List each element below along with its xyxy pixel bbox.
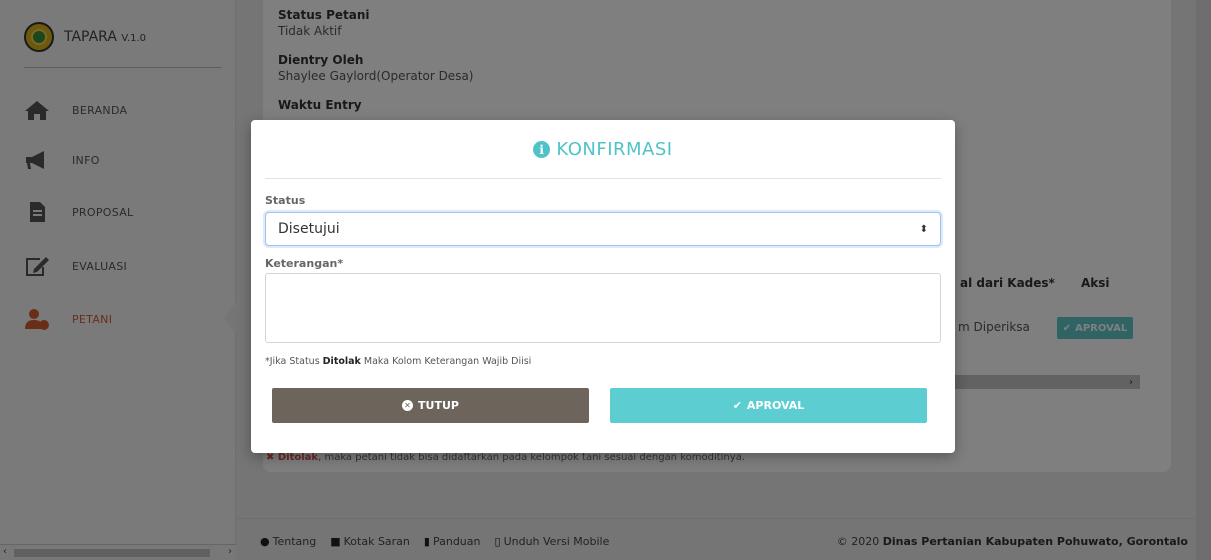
keterangan-textarea[interactable] <box>265 273 941 343</box>
select-caret-icon: ⬍ <box>919 223 928 235</box>
modal-divider <box>265 178 941 179</box>
modal-title: i KONFIRMASI <box>251 139 955 160</box>
close-button[interactable]: ✕ TUTUP <box>272 388 589 423</box>
confirmation-modal: i KONFIRMASI Status Disetujui ⬍ Keterang… <box>251 120 955 453</box>
keterangan-hint: *Jika Status Ditolak Maka Kolom Keterang… <box>265 356 532 367</box>
check-icon: ✔ <box>732 399 742 412</box>
keterangan-label: Keterangan* <box>265 257 344 270</box>
info-icon: i <box>533 141 551 158</box>
approve-button[interactable]: ✔ APROVAL <box>610 388 927 423</box>
status-select[interactable]: Disetujui ⬍ <box>265 212 941 246</box>
times-circle-icon: ✕ <box>402 400 414 411</box>
status-label: Status <box>265 194 306 207</box>
